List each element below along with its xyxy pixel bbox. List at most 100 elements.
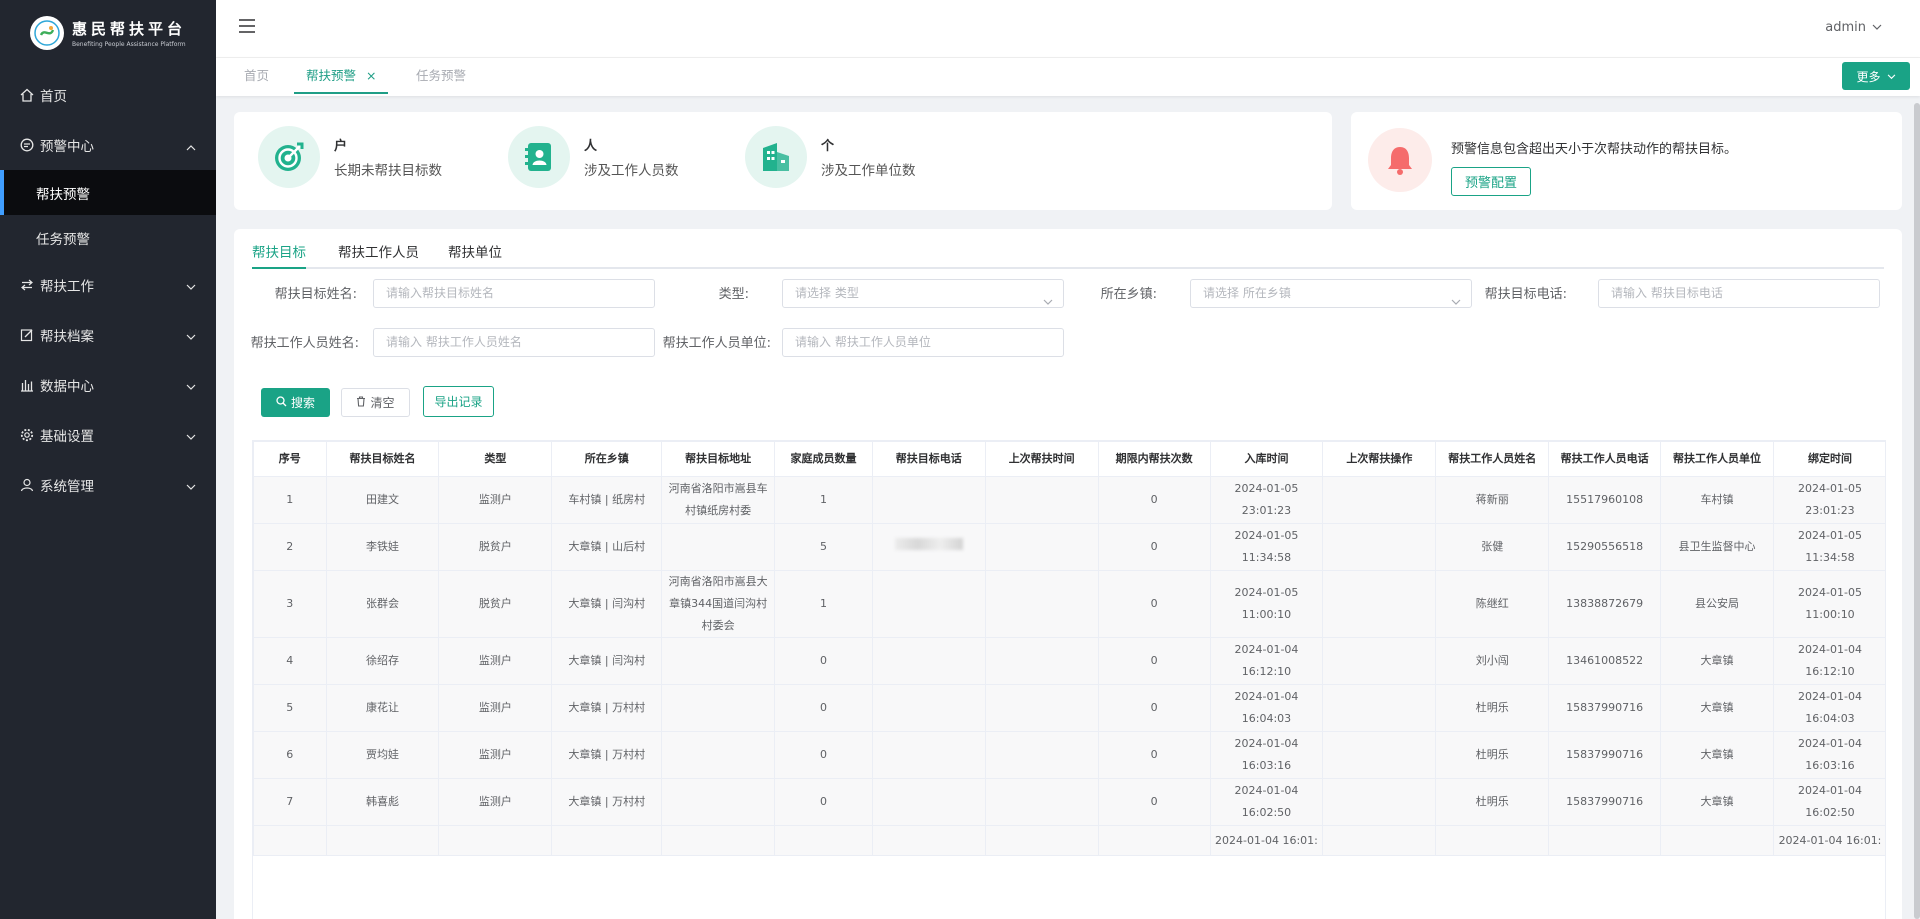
data-table: 序号 帮扶目标姓名 类型 所在乡镇 帮扶目标地址 家庭成员数量 帮扶目标电话 上次帮扶时间 期限… [252,440,1886,919]
table-cell: 大章镇 | 闫沟村 [551,637,663,685]
trash-icon [356,395,366,410]
table-cell: 2024-01-04 16:01: [1209,825,1324,856]
table-cell: 1 [253,476,327,524]
table-row[interactable]: 1 田建文 监测户 车村镇 | 纸房村 河南省洛阳市嵩县车村镇纸房村委 1 0 2024-01… [253,476,1885,524]
tab-help-warning[interactable]: 帮扶预警 × [294,58,389,94]
logo[interactable]: 惠民帮扶平台 Benefiting People Assistance Plat… [0,0,216,66]
clear-button[interactable]: 清空 [341,388,410,417]
column-header: 帮扶目标姓名 [325,441,440,477]
tab-home[interactable]: 首页 [244,58,269,94]
table-cell: 2024-01-05 23:01:23 [1209,476,1324,524]
target-name-label: 帮扶目标姓名: [274,287,357,302]
chevron-down-icon [186,379,196,395]
table-cell: 7 [253,778,327,826]
sidebar-item-label: 数据中心 [40,379,94,395]
table-cell [438,825,553,856]
table-cell: 大章镇 | 闫沟村 [551,570,663,638]
table-cell [1097,825,1211,856]
table-cell: 0 [774,731,873,779]
sidebar-item-archives[interactable]: 帮扶档案 [0,310,216,360]
table-row[interactable]: 2 李铁娃 脱贫户 大章镇 | 山后村 5 0 2024-01-05 11:34:58 张健 1… [253,523,1885,571]
sidebar-item-data-center[interactable]: 数据中心 [0,360,216,410]
column-header: 绑定时间 [1772,441,1885,477]
table-cell: 15517960108 [1548,476,1662,524]
table-cell: 康花让 [325,684,440,732]
table-cell [871,778,986,826]
table-cell: 监测户 [438,731,553,779]
table-cell: 4 [253,637,327,685]
table-cell: 徐绍存 [325,637,440,685]
table-cell [871,476,986,524]
table-cell [661,731,776,779]
sidebar-item-basic-settings[interactable]: 基础设置 [0,410,216,460]
search-button[interactable]: 搜索 [261,388,330,417]
warning-config-button[interactable]: 预警配置 [1451,167,1531,196]
column-header: 家庭成员数量 [774,441,873,477]
export-records-button[interactable]: 导出记录 [423,386,494,417]
table-cell: 15837990716 [1548,731,1662,779]
edit-icon [19,327,35,343]
sidebar-item-task-warning[interactable]: 任务预警 [0,215,216,260]
table-cell: 县公安局 [1660,570,1774,638]
table-row[interactable]: 6 贾均娃 监测户 大章镇 | 万村村 0 0 2024-01-04 16:03:16 杜明乐… [253,731,1885,779]
type-label: 类型: [718,287,749,302]
close-icon[interactable]: × [366,68,376,83]
table-cell: 2024-01-04 16:04:03 [1209,684,1324,732]
chevron-down-icon [186,479,196,495]
table-cell [1322,570,1437,638]
worker-unit-input[interactable]: 请输入 帮扶工作人员单位 [782,328,1064,357]
blurred-phone [894,538,963,550]
stat-unit: 个 [821,139,835,154]
hamburger-menu-icon[interactable] [238,18,256,34]
table-row[interactable]: 7 韩喜彪 监测户 大章镇 | 万村村 0 0 2024-01-04 16:02:50 杜明乐… [253,778,1885,826]
table-row[interactable]: 2024-01-04 16:01: 2024-01-04 16:01: [253,825,1885,856]
table-cell: 13838872679 [1548,570,1662,638]
table-row[interactable]: 3 张群会 脱贫户 大章镇 | 闫沟村 河南省洛阳市嵩县大章镇344国道闫沟村村委会 1 0… [253,570,1885,638]
table-cell [1322,778,1437,826]
tab-help-units[interactable]: 帮扶单位 [448,241,502,269]
table-cell [871,523,986,571]
sidebar-item-home[interactable]: 首页 [0,70,216,120]
column-header: 上次帮扶时间 [984,441,1099,477]
target-phone-input[interactable]: 请输入 帮扶目标电话 [1598,279,1880,308]
target-name-input[interactable]: 请输入帮扶目标姓名 [373,279,655,308]
message-icon [19,137,35,153]
table-row[interactable]: 4 徐绍存 监测户 大章镇 | 闫沟村 0 0 2024-01-04 16:12:10 刘小闯… [253,637,1885,685]
type-select[interactable]: 请选择 类型 [782,279,1064,308]
table-cell [661,523,776,571]
table-cell [661,778,776,826]
sidebar-item-help-warning[interactable]: 帮扶预警 [0,170,216,215]
more-button[interactable]: 更多 [1842,62,1910,90]
stat-unit: 人 [584,139,598,154]
table-cell: 0 [1097,637,1211,685]
table-cell: 15837990716 [1548,684,1662,732]
inner-tabs: 帮扶目标 帮扶工作人员 帮扶单位 [252,229,1884,269]
tab-help-workers[interactable]: 帮扶工作人员 [338,241,419,269]
column-header: 帮扶工作人员姓名 [1435,441,1550,477]
sidebar: 惠民帮扶平台 Benefiting People Assistance Plat… [0,0,216,919]
town-select[interactable]: 请选择 所在乡镇 [1190,279,1472,308]
user-menu[interactable]: admin [1825,20,1882,35]
table-cell [253,825,327,856]
stat-label: 涉及工作单位数 [821,163,916,179]
target-icon [258,126,320,188]
worker-name-input[interactable]: 请输入 帮扶工作人员姓名 [373,328,655,357]
table-row[interactable]: 5 康花让 监测户 大章镇 | 万村村 0 0 2024-01-04 16:04:03 杜明乐… [253,684,1885,732]
tab-help-targets[interactable]: 帮扶目标 [252,241,306,269]
scrollbar-thumb[interactable] [1914,103,1920,919]
logo-title: 惠民帮扶平台 [72,20,187,38]
table-cell: 脱贫户 [438,523,553,571]
sidebar-item-system-management[interactable]: 系统管理 [0,460,216,510]
worker-unit-label: 帮扶工作人员单位: [662,336,771,351]
town-label: 所在乡镇: [1100,287,1157,302]
column-header: 期限内帮扶次数 [1097,441,1211,477]
sidebar-item-warning-center[interactable]: 预警中心 [0,120,216,170]
home-icon [19,87,35,103]
sidebar-item-help-work[interactable]: 帮扶工作 [0,260,216,310]
tab-task-warning[interactable]: 任务预警 [416,58,466,94]
sidebar-item-label: 预警中心 [40,139,94,155]
table-cell [661,825,776,856]
table-cell [1660,825,1774,856]
chevron-up-icon [186,139,196,155]
table-cell: 2024-01-05 11:34:58 [1772,523,1885,571]
